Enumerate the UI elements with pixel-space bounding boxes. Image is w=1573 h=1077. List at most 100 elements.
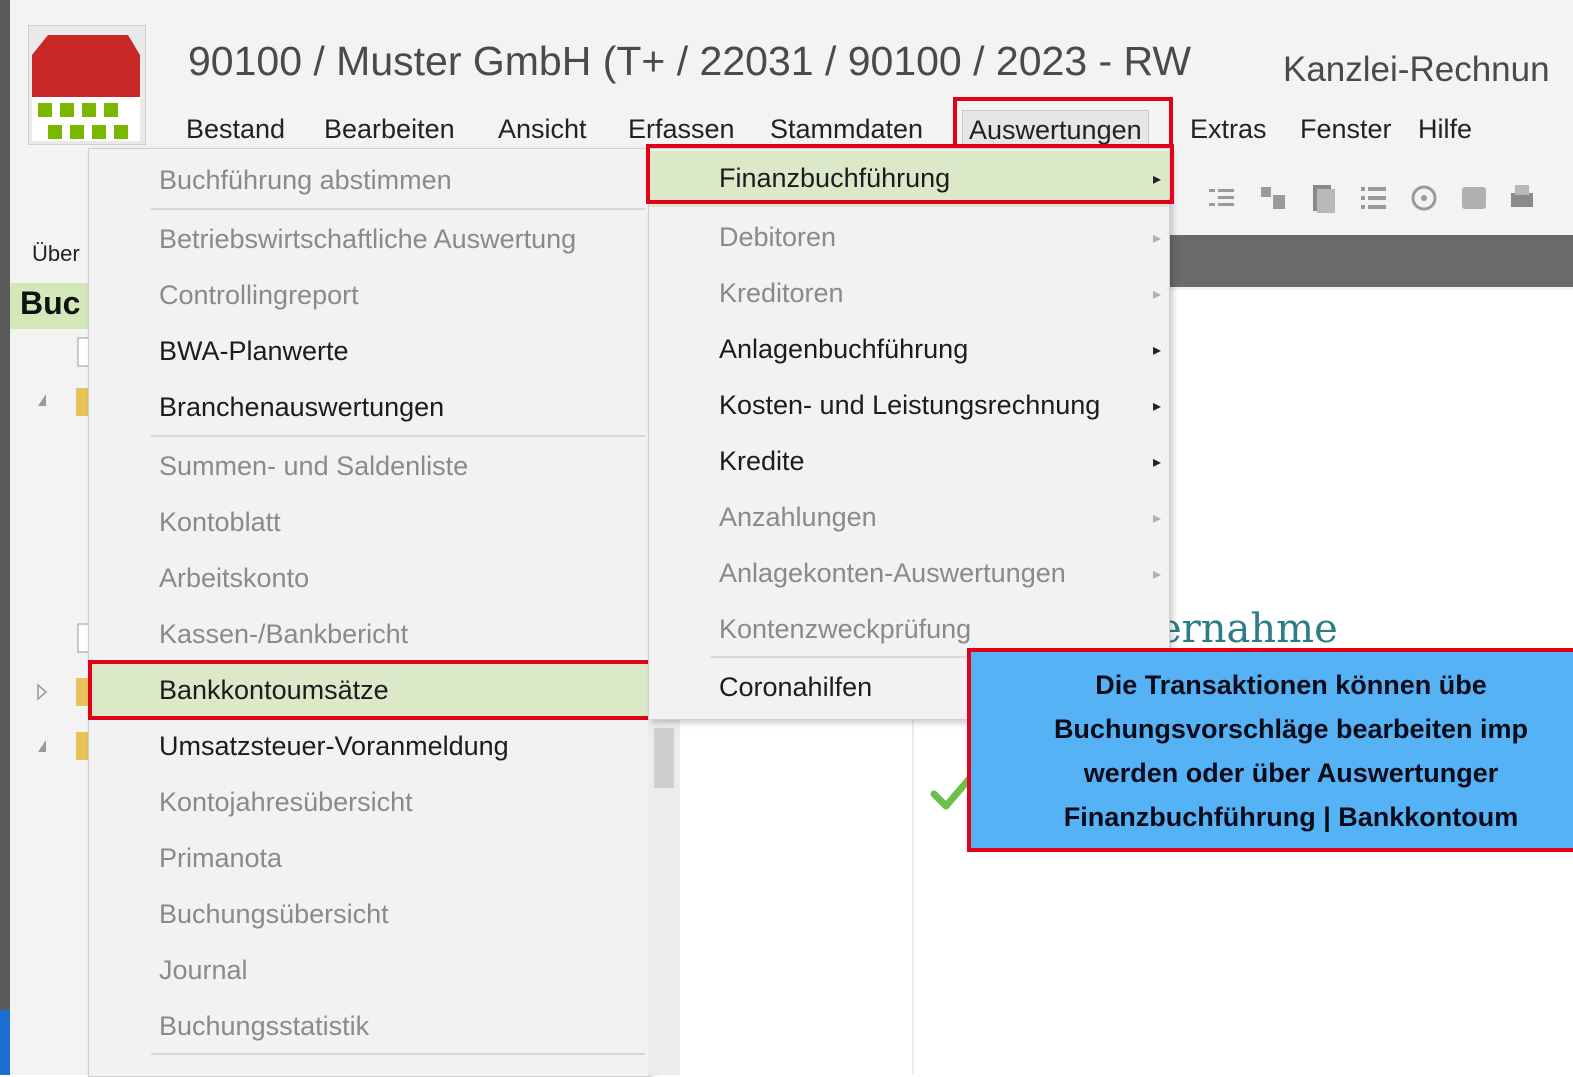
menu-extras[interactable]: Extras (1184, 110, 1273, 149)
menuitem-label: Finanzbuchführung (719, 163, 951, 193)
submenu-kosten-leistungsrechnung[interactable]: Kosten- und Leistungsrechnung ▸ (649, 378, 1169, 434)
tree-top-label[interactable]: Über (10, 235, 90, 285)
menuitem-label: Buchungsstatistik (159, 1011, 370, 1041)
submenu-anzahlungen[interactable]: Anzahlungen ▸ (649, 490, 1169, 546)
window-title: 90100 / Muster GmbH (T+ / 22031 / 90100 … (188, 38, 1192, 84)
menuitem-buchungsstatistik[interactable]: Buchungsstatistik (89, 999, 649, 1055)
menuitem-label: Kontenzweckprüfung (719, 614, 972, 644)
submenu-arrow-icon: ▸ (1152, 230, 1161, 247)
submenu-debitoren[interactable]: Debitoren ▸ (649, 210, 1169, 266)
menuitem-bwa[interactable]: Betriebswirtschaftliche Auswertung (89, 212, 649, 268)
submenu-anlagekonten-auswertungen[interactable]: Anlagekonten-Auswertungen ▸ (649, 546, 1169, 602)
submenu-arrow-icon: ▸ (1152, 286, 1161, 303)
menu-bestand[interactable]: Bestand (180, 110, 291, 149)
menuitem-label: Kreditoren (719, 278, 844, 308)
menuitem-label: Primanota (159, 843, 283, 873)
menuitem-buchfuehrung-abstimmen[interactable]: Buchführung abstimmen (89, 153, 649, 209)
menuitem-kassen-bankbericht[interactable]: Kassen-/Bankbericht (89, 607, 649, 663)
list-indent-icon[interactable] (1205, 181, 1239, 215)
menuitem-label: Anlagenbuchführung (719, 334, 969, 364)
dropdown-scrollbar[interactable] (648, 718, 680, 1075)
submenu-arrow-icon: ▸ (1152, 171, 1161, 188)
menuitem-label: Coronahilfen (719, 672, 873, 702)
menuitem-label: Bankkontoumsätze (159, 675, 389, 705)
note-icon[interactable] (1457, 181, 1491, 215)
menuitem-bwa-planwerte[interactable]: BWA-Planwerte (89, 324, 649, 380)
menuitem-label: Controllingreport (159, 280, 359, 310)
app-logo-icon (28, 25, 146, 145)
tree-header: Buc (10, 283, 90, 329)
menuitem-arbeitskonto[interactable]: Arbeitskonto (89, 551, 649, 607)
menuitem-primanota[interactable]: Primanota (89, 831, 649, 887)
submenu-arrow-icon: ▸ (1152, 342, 1161, 359)
menuitem-buchungsuebersicht[interactable]: Buchungsübersicht (89, 887, 649, 943)
submenu-finanzbuchfuehrung[interactable]: Finanzbuchführung ▸ (649, 151, 1169, 207)
menuitem-label: Summen- und Saldenliste (159, 451, 469, 481)
menu-separator (151, 208, 645, 210)
columns-icon[interactable] (1257, 181, 1291, 215)
menuitem-label: Kontoblatt (159, 507, 281, 537)
callout-line: Buchungsvorschläge bearbeiten imp (1053, 714, 1529, 744)
menuitem-label: Umsatzsteuer-Voranmeldung (159, 731, 509, 761)
bullet-list-icon[interactable] (1357, 181, 1391, 215)
menuitem-umsatzsteuer-voranmeldung[interactable]: Umsatzsteuer-Voranmeldung (89, 719, 649, 775)
menuitem-branchenauswertungen[interactable]: Branchenauswertungen (89, 380, 649, 436)
submenu-kreditoren[interactable]: Kreditoren ▸ (649, 266, 1169, 322)
clock-icon[interactable] (1407, 181, 1441, 215)
collapse-icon[interactable] (36, 682, 48, 702)
menuitem-summen-saldenliste[interactable]: Summen- und Saldenliste (89, 439, 649, 495)
submenu-arrow-icon: ▸ (1152, 510, 1161, 527)
menuitem-label: Buchungsübersicht (159, 899, 389, 929)
menu-separator (151, 1053, 645, 1055)
menuitem-label: Kredite (719, 446, 805, 476)
scrollbar-thumb[interactable] (654, 728, 674, 788)
menuitem-label: Journal (159, 955, 248, 985)
menu-hilfe[interactable]: Hilfe (1412, 110, 1478, 149)
callout-line: Die Transaktionen können übe (1095, 670, 1487, 700)
menu-erfassen[interactable]: Erfassen (622, 110, 741, 149)
menu-separator (151, 435, 645, 437)
callout-line: werden oder über Auswertunger (1083, 758, 1499, 788)
menuitem-label: Kontojahresübersicht (159, 787, 413, 817)
submenu-arrow-icon: ▸ (1152, 566, 1161, 583)
menu-bearbeiten[interactable]: Bearbeiten (318, 110, 461, 149)
menuitem-controllingreport[interactable]: Controllingreport (89, 268, 649, 324)
content-divider (912, 700, 914, 1075)
content-heading: ernahme (1158, 606, 1338, 652)
menuitem-label: Kassen-/Bankbericht (159, 619, 409, 649)
menu-ansicht[interactable]: Ansicht (492, 110, 593, 149)
menuitem-label: Arbeitskonto (159, 563, 310, 593)
window-subtitle: Kanzlei-Rechnun (1283, 50, 1550, 89)
submenu-kredite[interactable]: Kredite ▸ (649, 434, 1169, 490)
menuitem-label: Anlagekonten-Auswertungen (719, 558, 1066, 588)
menu-auswertungen[interactable]: Auswertungen (962, 110, 1149, 151)
instruction-callout: Die Transaktionen können übe Buchungsvor… (967, 648, 1573, 852)
menuitem-label: Anzahlungen (719, 502, 877, 532)
menuitem-label: BWA-Planwerte (159, 336, 349, 366)
expand-icon[interactable] (36, 736, 48, 756)
menu-stammdaten[interactable]: Stammdaten (764, 110, 929, 149)
auswertungen-dropdown: Buchführung abstimmen Betriebswirtschaft… (88, 148, 650, 1077)
submenu-arrow-icon: ▸ (1152, 398, 1161, 415)
document-pages-icon[interactable] (1307, 181, 1341, 215)
callout-line: Finanzbuchführung | Bankkontoum (1063, 802, 1519, 832)
toolbar (1165, 175, 1573, 223)
menuitem-bankkontoumsaetze[interactable]: Bankkontoumsätze (89, 663, 649, 719)
menuitem-label: Debitoren (719, 222, 837, 252)
menu-fenster[interactable]: Fenster (1294, 110, 1398, 149)
desktop-edge (0, 0, 10, 1075)
submenu-arrow-icon: ▸ (1152, 454, 1161, 471)
menuitem-kontojahresuebersicht[interactable]: Kontojahresübersicht (89, 775, 649, 831)
desktop-edge-accent (0, 1010, 10, 1075)
menuitem-label: Branchenauswertungen (159, 392, 445, 422)
content-title-bar (1165, 235, 1573, 287)
printer-icon[interactable] (1505, 181, 1539, 215)
menuitem-label: Betriebswirtschaftliche Auswertung (159, 224, 577, 254)
menuitem-journal[interactable]: Journal (89, 943, 649, 999)
menuitem-label: Buchführung abstimmen (159, 165, 452, 195)
menuitem-label: Kosten- und Leistungsrechnung (719, 390, 1101, 420)
expand-icon[interactable] (36, 390, 48, 410)
finanzbuchfuehrung-submenu: Finanzbuchführung ▸ Debitoren ▸ Kreditoren… (648, 148, 1170, 720)
submenu-anlagenbuchfuehrung[interactable]: Anlagenbuchführung ▸ (649, 322, 1169, 378)
menuitem-kontoblatt[interactable]: Kontoblatt (89, 495, 649, 551)
